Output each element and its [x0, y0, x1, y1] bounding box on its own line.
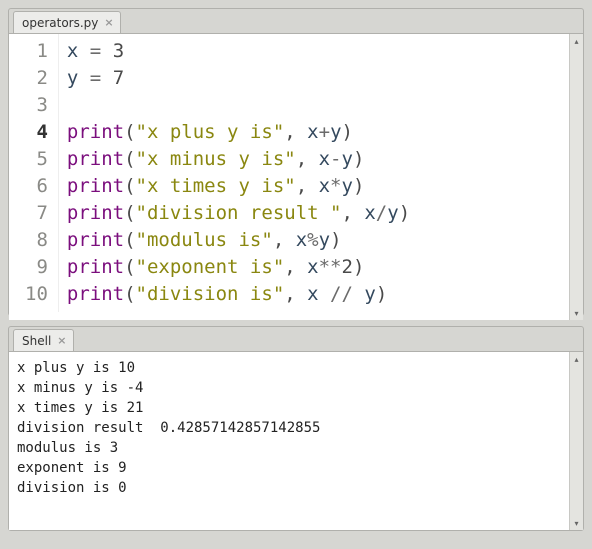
code-line[interactable]: print("division is", x // y): [67, 281, 561, 308]
line-number: 3: [25, 92, 48, 119]
tab-label: Shell: [22, 334, 51, 348]
shell-output[interactable]: x plus y is 10 x minus y is -4 x times y…: [9, 352, 569, 530]
line-number: 5: [25, 146, 48, 173]
shell-panel: Shell × x plus y is 10 x minus y is -4 x…: [8, 326, 584, 531]
code-line[interactable]: print("division result ", x/y): [67, 200, 561, 227]
tab-shell[interactable]: Shell ×: [13, 329, 74, 351]
editor-scrollbar[interactable]: ▴ ▾: [569, 34, 583, 320]
code-editor[interactable]: 12345678910 x = 3y = 7 print("x plus y i…: [9, 34, 569, 320]
shell-scrollbar[interactable]: ▴ ▾: [569, 352, 583, 530]
editor-panel: operators.py × 12345678910 x = 3y = 7 pr…: [8, 8, 584, 316]
code-line[interactable]: print("exponent is", x**2): [67, 254, 561, 281]
line-number: 7: [25, 200, 48, 227]
shell-body: x plus y is 10 x minus y is -4 x times y…: [9, 351, 583, 530]
line-number: 9: [25, 254, 48, 281]
close-icon[interactable]: ×: [104, 17, 113, 28]
code-line[interactable]: y = 7: [67, 65, 561, 92]
close-icon[interactable]: ×: [57, 335, 66, 346]
line-number: 2: [25, 65, 48, 92]
scroll-up-icon[interactable]: ▴: [570, 352, 583, 366]
code-line[interactable]: [67, 92, 561, 119]
line-number: 10: [25, 281, 48, 308]
scroll-down-icon[interactable]: ▾: [570, 516, 583, 530]
scrollbar-track[interactable]: [570, 366, 583, 516]
code-line[interactable]: print("x plus y is", x+y): [67, 119, 561, 146]
scroll-down-icon[interactable]: ▾: [570, 306, 583, 320]
code-line[interactable]: x = 3: [67, 38, 561, 65]
code-line[interactable]: print("x times y is", x*y): [67, 173, 561, 200]
shell-tabbar: Shell ×: [9, 327, 583, 351]
line-number: 4: [25, 119, 48, 146]
line-number-gutter: 12345678910: [9, 34, 59, 312]
tab-label: operators.py: [22, 16, 98, 30]
code-line[interactable]: print("x minus y is", x-y): [67, 146, 561, 173]
line-number: 8: [25, 227, 48, 254]
line-number: 1: [25, 38, 48, 65]
code-area[interactable]: x = 3y = 7 print("x plus y is", x+y)prin…: [59, 34, 569, 312]
line-number: 6: [25, 173, 48, 200]
scroll-up-icon[interactable]: ▴: [570, 34, 583, 48]
tab-operators-py[interactable]: operators.py ×: [13, 11, 121, 33]
code-line[interactable]: print("modulus is", x%y): [67, 227, 561, 254]
editor-body: 12345678910 x = 3y = 7 print("x plus y i…: [9, 33, 583, 320]
scrollbar-track[interactable]: [570, 48, 583, 306]
editor-tabbar: operators.py ×: [9, 9, 583, 33]
